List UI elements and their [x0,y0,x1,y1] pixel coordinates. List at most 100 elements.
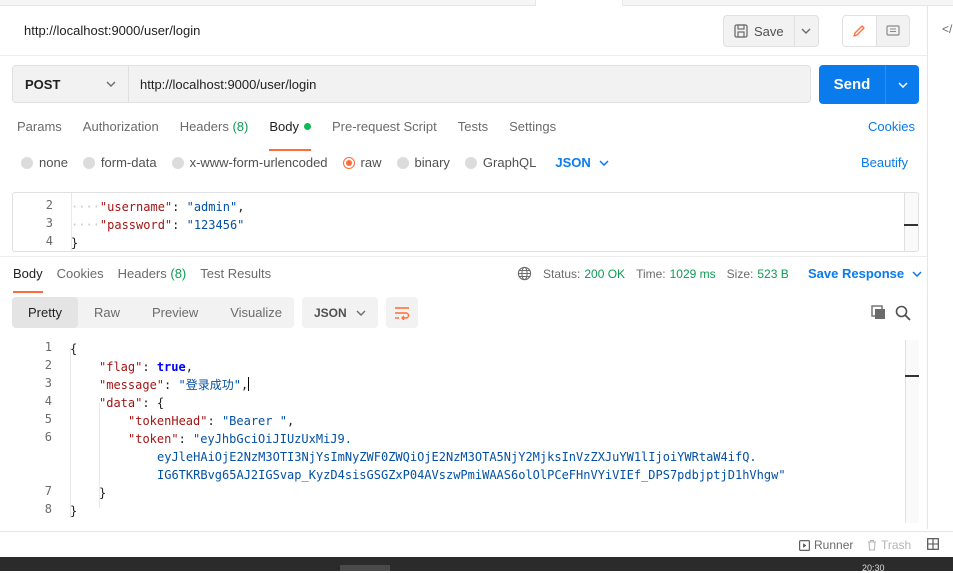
chevron-down-icon [912,270,922,277]
response-divider[interactable] [0,256,927,257]
line-number: 4 [44,394,52,408]
trash-button[interactable]: Trash [867,538,911,552]
save-label: Save [754,23,784,39]
tab-pre-request-script[interactable]: Pre-request Script [332,119,437,143]
indent-guide [70,348,71,518]
response-status[interactable]: Status: 200 OK [543,267,625,281]
send-button[interactable]: Send [819,65,886,104]
tab-response-body[interactable]: Body [13,266,43,293]
url-input[interactable]: http://localhost:9000/user/login [128,65,811,103]
headers-count: (8) [170,266,187,281]
search-icon[interactable] [895,305,911,321]
runner-button[interactable]: Runner [799,538,853,552]
tab-body[interactable]: Body [269,119,311,151]
tab-headers[interactable]: Headers (8) [180,119,249,143]
body-type-raw[interactable]: raw [342,155,382,170]
globe-icon[interactable] [517,266,532,281]
send-button-group: Send [819,65,919,104]
editor-scrollbar[interactable] [904,193,918,251]
chevron-down-icon [599,159,609,166]
json-key: "message" [99,378,165,392]
comments-mode-button[interactable] [876,16,909,46]
radio-label: form-data [100,155,157,170]
wrap-lines-button[interactable] [386,297,418,328]
radio-label: raw [360,155,382,170]
view-raw[interactable]: Raw [78,297,136,328]
radio-button[interactable] [21,156,33,169]
code-line: ····"password": "123456" [71,218,245,232]
code-line-wrapped: IG6TKRBvg65AJ2IGSvap_KyzD4sisGSGZxP04AVs… [157,468,786,482]
response-time[interactable]: Time: 1029 ms [636,267,716,281]
body-type-binary[interactable]: binary [396,155,450,170]
response-scrollbar[interactable] [905,340,919,523]
scroll-marker [904,224,918,226]
save-button[interactable]: Save [724,16,794,46]
raw-format-select[interactable]: JSON [555,155,609,170]
code-line: } [70,504,78,518]
response-view-toggle: Pretty Raw Preview Visualize [12,297,294,328]
radio-button[interactable] [171,156,184,169]
body-type-graphql[interactable]: GraphQL [464,155,537,170]
json-string: "eyJhbGciOiJIUzUxMiJ9. [193,432,352,446]
radio-label: x-www-form-urlencoded [189,155,328,170]
tab-test-results[interactable]: Test Results [200,266,271,288]
tab-label: Body [13,266,43,281]
json-key: "data" [99,396,143,410]
tab-tests[interactable]: Tests [458,119,488,143]
code-snippet-icon[interactable]: </ [942,22,952,36]
body-type-form-data[interactable]: form-data [82,155,157,170]
save-options-button[interactable] [793,16,818,46]
line-number: 2 [44,358,52,372]
radio-button-selected[interactable] [342,156,355,169]
tab-params[interactable]: Params [17,119,62,143]
tab-response-headers[interactable]: Headers (8) [118,266,187,288]
radio-label: binary [414,155,450,170]
layout-toggle-button[interactable] [927,538,939,550]
tab-authorization[interactable]: Authorization [83,119,159,143]
view-visualize[interactable]: Visualize [214,297,298,328]
size-value: 523 B [757,266,789,281]
runner-icon [799,539,810,551]
wrap-lines-icon [395,306,410,320]
code-line: ····"username": "admin", [71,200,245,214]
line-number: 2 [45,198,53,212]
right-sidebar [927,6,953,529]
body-indicator-dot [303,123,311,130]
os-taskbar: 20:30 [0,557,953,573]
radio-button[interactable] [464,156,477,169]
save-response-button[interactable]: Save Response [808,266,922,281]
cookies-link[interactable]: Cookies [868,119,915,134]
pencil-icon [853,25,865,37]
code-line: "data": { [99,396,165,410]
view-pretty[interactable]: Pretty [12,297,78,328]
request-body-editor[interactable]: 2 ····"username": "admin", 3 ····"passwo… [12,192,919,252]
taskbar-item[interactable] [340,565,390,571]
taskbar-clock: 20:30 [862,563,885,573]
radio-button[interactable] [396,156,409,169]
json-string: "Bearer " [221,414,287,428]
runner-label: Runner [814,538,854,552]
body-type-urlencoded[interactable]: x-www-form-urlencoded [171,155,328,170]
json-key: "flag" [99,360,143,374]
request-title[interactable]: http://localhost:9000/user/login [24,23,200,38]
radio-label: GraphQL [482,155,537,170]
chevron-down-icon [897,81,908,88]
copy-icon[interactable] [871,305,887,321]
body-type-none[interactable]: none [21,155,68,170]
response-format-select[interactable]: JSON [302,297,378,328]
save-icon [734,24,748,38]
response-body-viewer[interactable]: 1 2 3 4 5 6 7 8 { "flag": true, "message… [12,338,919,523]
edit-mode-button[interactable] [843,16,877,46]
radio-label: none [39,155,68,170]
method-select[interactable]: POST [12,65,129,103]
view-preview[interactable]: Preview [136,297,214,328]
edit-mode-toggle [842,15,910,47]
response-tabs: Body Cookies Headers (8) Test Results [13,266,285,293]
radio-button[interactable] [82,156,95,169]
tab-settings[interactable]: Settings [509,119,556,143]
response-size[interactable]: Size: 523 B [727,267,789,281]
send-options-button[interactable] [886,65,919,104]
tab-response-cookies[interactable]: Cookies [57,266,104,288]
body-type-options: none form-data x-www-form-urlencoded raw… [21,155,609,170]
beautify-link[interactable]: Beautify [861,155,908,170]
